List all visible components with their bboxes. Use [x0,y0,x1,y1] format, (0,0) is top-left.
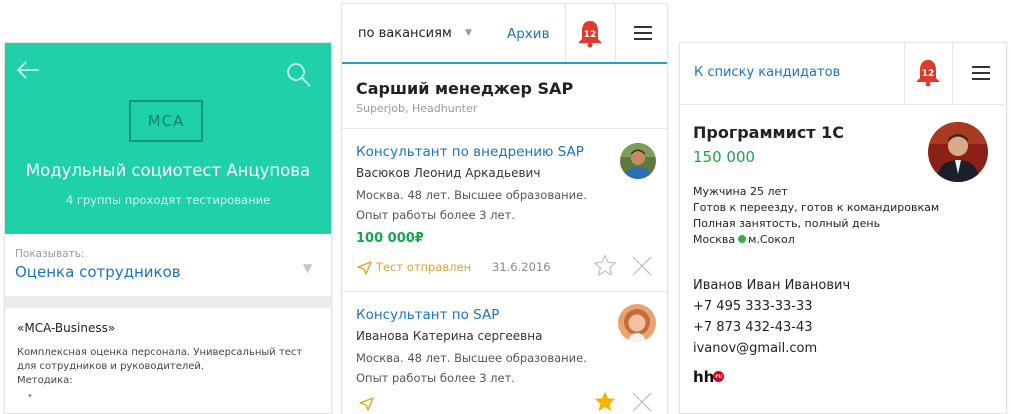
test-title: Модульный социотест Анцупова [25,161,311,180]
vacancy-toolbar: по вакансиям ▼ Архив 12 [342,4,667,64]
menu-icon[interactable] [971,65,991,85]
gender-age: Мужчина 25 лет [693,185,788,198]
section-title: «MCA-Business» [17,321,116,335]
metro-icon [738,235,747,243]
star-icon[interactable] [593,390,617,414]
show-label: Показывать: [15,248,85,260]
divider [5,296,331,308]
contact-info: Иванов Иван Иванович +7 495 333-33-33 +7… [693,275,850,359]
status-date: 31.6.2016 [492,260,551,274]
back-to-candidates-link[interactable]: К списку кандидатов [694,65,840,80]
phone-link[interactable]: +7 495 333-33-33 [693,296,850,317]
metro-station: м.Сокол [748,233,795,246]
vacancy-title: Сарший менеджер SAP [356,79,574,98]
close-icon[interactable] [632,256,652,280]
contact-name: Иванов Иван Иванович [693,278,851,293]
send-icon [359,396,374,414]
candidate-info: Мужчина 25 лет Готов к переезду, готов к… [693,184,939,248]
description-line: Москва. 48 лет. Высшее образование. [356,351,587,365]
test-card: MCA Модульный социотест Анцупова 4 групп… [5,43,331,413]
chevron-down-icon[interactable]: ▼ [465,28,472,38]
phone-link[interactable]: +7 873 432-43-43 [693,317,850,338]
candidate-card: К списку кандидатов 12 Программист 1С 15… [680,43,1006,413]
list-bullet: • [27,391,33,402]
candidate-job-link[interactable]: Консультант по SAP [356,307,499,323]
description-line: Методика: [17,375,73,386]
divider [565,4,566,62]
divider [680,104,1006,105]
arrow-left-icon[interactable] [15,59,41,85]
candidate-job-link[interactable]: Консультант по внедрению SAP [356,144,584,160]
show-select[interactable]: Оценка сотрудников [15,263,181,281]
description-line: Москва. 48 лет. Высшее образование. [356,188,587,202]
candidate-name: Васюков Леонид Аркадьевич [356,166,541,180]
candidate-salary: 150 000 [693,148,756,166]
vacancy-card: по вакансиям ▼ Архив 12 Сарший менеджер … [342,4,667,414]
vacancy-sources: Superjob, Headhunter [356,102,478,115]
send-icon [357,260,372,279]
close-icon[interactable] [632,392,652,414]
divider [342,128,667,129]
email-link[interactable]: ivanov@gmail.com [693,338,850,359]
divider [342,291,667,292]
menu-icon[interactable] [633,25,653,45]
hh-logo-badge: ru [713,371,725,382]
mca-logo: MCA [129,100,203,142]
divider [904,43,905,104]
status-text: Тест отправлен [376,260,472,274]
avatar [620,143,656,179]
avatar [618,304,656,342]
description-line: Опыт работы более 3 лет. [356,208,515,222]
candidate-description: Москва. 48 лет. Высшее образование. Опыт… [356,348,606,388]
location-info: Москва м.Сокол [693,232,939,248]
relocation-info: Готов к переезду, готов к командировкам [693,201,940,214]
description-line: для сотрудников и руководителей. [17,361,205,372]
filter-dropdown[interactable]: по вакансиям [358,26,452,41]
candidate-name: Иванова Катерина сергеевна [356,329,543,343]
candidate-description: Москва. 48 лет. Высшее образование. Опыт… [356,185,606,225]
city: Москва [693,233,736,246]
bell-count: 12 [584,30,597,40]
test-subtitle: 4 группы проходят тестирование [65,193,271,207]
test-header: MCA Модульный социотест Анцупова 4 групп… [5,43,331,234]
hh-logo: hhru [693,368,725,386]
archive-link[interactable]: Архив [507,26,550,42]
schedule-info: Полная занятость, полный день [693,217,881,230]
description-line: Опыт работы более 3 лет. [356,371,515,385]
avatar [928,122,988,182]
chevron-down-icon[interactable]: ▼ [303,261,312,275]
bell-count: 12 [922,69,935,79]
description-line: Комплексная оценка персонала. Универсаль… [17,347,303,358]
bell-icon[interactable]: 12 [575,18,605,54]
divider [615,4,616,62]
candidate-position: Программист 1С [693,123,845,142]
candidate-salary: 100 000₽ [356,231,424,246]
divider [952,43,953,104]
star-icon[interactable] [593,254,617,281]
hh-logo-text: hh [693,368,715,386]
bell-icon[interactable]: 12 [913,57,943,93]
section-description: Комплексная оценка персонала. Универсаль… [17,346,322,404]
search-icon[interactable] [285,61,313,93]
